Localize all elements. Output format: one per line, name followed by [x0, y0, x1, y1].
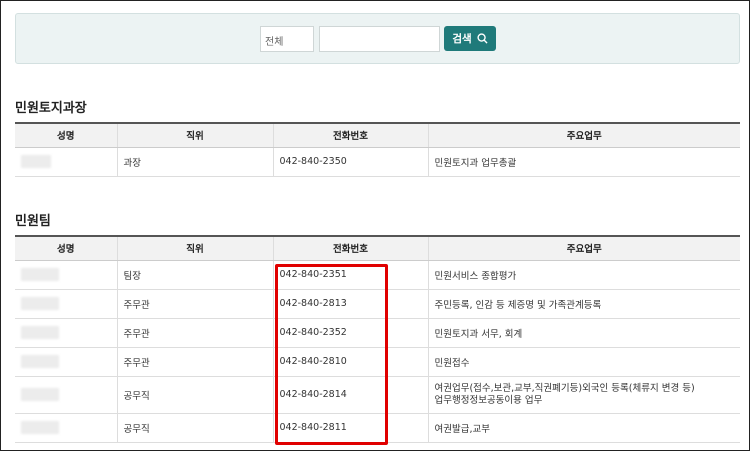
staff-duty: 여권발급,교부: [427, 413, 740, 443]
staff-phone: 042-840-2352: [272, 318, 428, 348]
staff-phone: 042-840-2813: [272, 289, 428, 319]
table-row: 주무관 042-840-2810 민원접수: [15, 347, 740, 377]
staff-duty: 민원접수: [427, 347, 740, 377]
staff-name: [15, 376, 117, 414]
table-row: 주무관 042-840-2813 주민등록, 인감 등 제증명 및 가족관계등록: [15, 289, 740, 319]
staff-name: [15, 413, 117, 443]
staff-position: 공무직: [116, 413, 273, 443]
staff-duty: 여권업무(접수,보관,교부,직권폐기등)외국인 등록(체류지 변경 등) 업무행…: [427, 376, 740, 414]
staff-duty: 민원서비스 종합평가: [427, 260, 740, 290]
section-title-team: 민원팀: [15, 214, 51, 229]
col-header-position: 직위: [116, 123, 273, 148]
head-staff-table: 성명 직위 전화번호 주요업무 과장 042-840-2350 민원토지과 업무…: [15, 122, 740, 177]
col-header-position: 직위: [116, 236, 273, 261]
staff-phone: 042-840-2810: [272, 347, 428, 377]
staff-duty: 민원토지과 서무, 회계: [427, 318, 740, 348]
staff-name: [15, 260, 117, 290]
search-button-label: 검색: [452, 33, 472, 45]
col-header-phone: 전화번호: [272, 236, 428, 261]
staff-position: 주무관: [116, 318, 273, 348]
staff-phone: 042-840-2350: [272, 147, 428, 177]
staff-phone: 042-840-2811: [272, 413, 428, 443]
col-header-name: 성명: [15, 236, 117, 261]
staff-phone: 042-840-2351: [272, 260, 428, 290]
search-input[interactable]: [319, 26, 440, 52]
staff-position: 과장: [116, 147, 273, 177]
staff-name: [15, 147, 117, 177]
search-button[interactable]: 검색: [444, 26, 496, 51]
table-row: 과장 042-840-2350 민원토지과 업무총괄: [15, 147, 740, 177]
staff-duty: 민원토지과 업무총괄: [427, 147, 740, 177]
section-title-head: 민원토지과장: [15, 101, 87, 116]
table-row: 공무직 042-840-2814 여권업무(접수,보관,교부,직권폐기등)외국인…: [15, 376, 740, 414]
staff-name: [15, 347, 117, 377]
staff-duty: 주민등록, 인감 등 제증명 및 가족관계등록: [427, 289, 740, 319]
search-icon: [477, 33, 488, 44]
staff-position: 팀장: [116, 260, 273, 290]
table-row: 주무관 042-840-2352 민원토지과 서무, 회계: [15, 318, 740, 348]
staff-position: 공무직: [116, 376, 273, 414]
staff-position: 주무관: [116, 347, 273, 377]
team-staff-table: 성명 직위 전화번호 주요업무 팀장 042-840-2351 민원서비스 종합…: [15, 235, 740, 443]
staff-phone: 042-840-2814: [272, 376, 428, 414]
staff-duty-line1: 여권업무(접수,보관,교부,직권폐기등)외국인 등록(체류지 변경 등): [434, 382, 695, 394]
staff-duty-line2: 업무행정정보공동이용 업무: [434, 394, 543, 406]
staff-position: 주무관: [116, 289, 273, 319]
col-header-duty: 주요업무: [427, 236, 740, 261]
table-row: 공무직 042-840-2811 여권발급,교부: [15, 413, 740, 443]
col-header-name: 성명: [15, 123, 117, 148]
search-scope-select[interactable]: 전체: [260, 26, 314, 52]
staff-name: [15, 318, 117, 348]
col-header-phone: 전화번호: [272, 123, 428, 148]
table-row: 팀장 042-840-2351 민원서비스 종합평가: [15, 260, 740, 290]
col-header-duty: 주요업무: [427, 123, 740, 148]
staff-name: [15, 289, 117, 319]
search-panel: 전체 검색: [15, 13, 740, 64]
